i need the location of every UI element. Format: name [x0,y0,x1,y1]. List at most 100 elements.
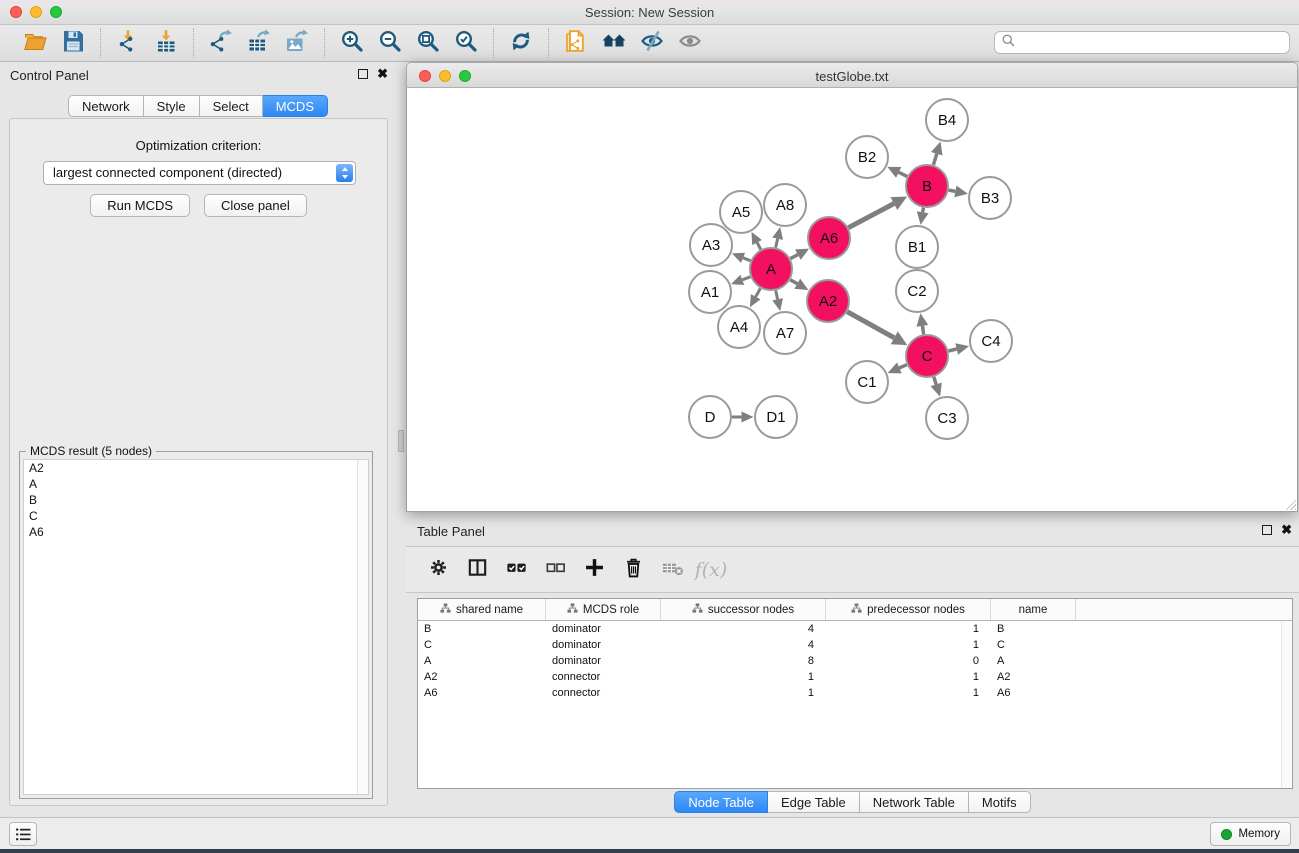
close-panel-icon[interactable]: ✖ [377,69,388,79]
graph-edge-C-C1[interactable] [888,363,907,374]
graph-node-A1[interactable]: A1 [689,271,731,313]
tab-network-table[interactable]: Network Table [860,791,969,813]
graph-edge-A-A2[interactable] [790,279,808,290]
zoom-fit-button[interactable] [411,28,445,58]
result-scrollbar[interactable] [357,460,368,794]
settings-button[interactable] [422,553,454,587]
table-cell[interactable]: 8 [661,655,826,667]
table-cell[interactable]: 4 [661,639,826,651]
graph-node-D[interactable]: D [689,396,731,438]
column-header-MCDS-role[interactable]: MCDS role [546,599,661,620]
table-cell[interactable]: 1 [826,639,991,651]
delete-table-button[interactable] [656,553,688,587]
graph-node-C4[interactable]: C4 [970,320,1012,362]
home-view-button[interactable] [597,28,631,58]
open-network-file-button[interactable] [559,28,593,58]
table-cell[interactable]: 0 [826,655,991,667]
panel-divider[interactable] [396,62,406,817]
graph-edge-A2-C[interactable] [847,312,907,345]
graph-edge-A-A3[interactable] [732,253,751,263]
graph-node-D1[interactable]: D1 [755,396,797,438]
graph-node-A[interactable]: A [750,248,792,290]
table-cell[interactable]: C [991,639,1076,651]
graph-edge-C-C4[interactable] [948,343,969,355]
graph-edge-B-B1[interactable] [917,208,929,225]
table-row[interactable]: A6connector11A6 [418,685,1292,701]
delete-entry-button[interactable] [617,553,649,587]
graph-edge-A-A8[interactable] [772,227,783,248]
graph-node-B[interactable]: B [906,165,948,207]
result-item[interactable]: A6 [24,524,368,540]
column-view-button[interactable] [461,553,493,587]
graph-edge-A-A7[interactable] [772,291,783,312]
refresh-network-button[interactable] [504,28,538,58]
table-cell[interactable]: 1 [826,623,991,635]
graph-node-A7[interactable]: A7 [764,312,806,354]
open-session-button[interactable] [18,28,52,58]
graph-node-B2[interactable]: B2 [846,136,888,178]
function-builder-button[interactable]: f(x) [695,553,727,587]
column-header-predecessor-nodes[interactable]: predecessor nodes [826,599,991,620]
zoom-selected-button[interactable] [449,28,483,58]
float-panel-icon[interactable] [358,69,368,79]
column-header-successor-nodes[interactable]: successor nodes [661,599,826,620]
graph-node-B4[interactable]: B4 [926,99,968,141]
graph-edge-A-A5[interactable] [752,232,762,250]
tab-select[interactable]: Select [200,95,263,117]
table-cell[interactable]: connector [546,687,661,699]
network-canvas[interactable]: B4 B2 B B3 A8 A5 A6 A3 B1 A C2 A1 A2 A4 … [406,88,1298,512]
close-table-panel-icon[interactable]: ✖ [1281,525,1292,535]
memory-button[interactable]: Memory [1210,822,1291,846]
import-table-button[interactable] [149,28,183,58]
run-mcds-button[interactable]: Run MCDS [90,194,190,217]
optimization-criterion-select[interactable]: largest connected component (directed) [43,161,356,185]
graph-node-A3[interactable]: A3 [690,224,732,266]
graph-edge-C-C3[interactable] [931,377,942,397]
table-cell[interactable]: A [418,655,546,667]
add-entry-button[interactable] [578,553,610,587]
graph-edge-B-B2[interactable] [887,167,907,178]
save-session-button[interactable] [56,28,90,58]
table-cell[interactable]: A6 [418,687,546,699]
graph-node-C2[interactable]: C2 [896,270,938,312]
graph-edge-B-B4[interactable] [931,142,942,165]
graph-node-A6[interactable]: A6 [808,217,850,259]
search-box[interactable] [994,31,1290,54]
table-cell[interactable]: B [991,623,1076,635]
graph-edge-D-D1[interactable] [732,412,754,423]
table-row[interactable]: Adominator80A [418,653,1292,669]
tab-motifs[interactable]: Motifs [969,791,1031,813]
graph-node-C[interactable]: C [906,335,948,377]
hide-panels-button[interactable] [635,28,669,58]
close-panel-button[interactable]: Close panel [204,194,307,217]
table-cell[interactable]: A2 [418,671,546,683]
table-cell[interactable]: 1 [826,671,991,683]
graph-node-B1[interactable]: B1 [896,226,938,268]
float-table-panel-icon[interactable] [1262,525,1272,535]
graph-edge-A-A1[interactable] [731,275,750,285]
tab-node-table[interactable]: Node Table [674,791,768,813]
divider-grip[interactable] [398,430,404,452]
export-image-button[interactable] [280,28,314,58]
show-panels-button[interactable] [673,28,707,58]
export-table-button[interactable] [242,28,276,58]
graph-edge-A-A4[interactable] [750,288,761,307]
tab-style[interactable]: Style [144,95,200,117]
graph-node-A5[interactable]: A5 [720,191,762,233]
table-cell[interactable]: C [418,639,546,651]
table-row[interactable]: A2connector11A2 [418,669,1292,685]
tab-network[interactable]: Network [68,95,144,117]
graph-edge-A-A6[interactable] [790,249,809,260]
result-item[interactable]: A2 [24,460,368,476]
table-cell[interactable]: 1 [826,687,991,699]
search-input[interactable] [1020,32,1283,53]
graph-edge-C-C2[interactable] [917,313,929,334]
table-cell[interactable]: A [991,655,1076,667]
graph-edge-A6-B[interactable] [848,197,907,228]
table-row[interactable]: Bdominator41B [418,621,1292,637]
tab-edge-table[interactable]: Edge Table [768,791,860,813]
table-cell[interactable]: connector [546,671,661,683]
graph-node-C3[interactable]: C3 [926,397,968,439]
table-cell[interactable]: dominator [546,639,661,651]
table-cell[interactable]: dominator [546,655,661,667]
